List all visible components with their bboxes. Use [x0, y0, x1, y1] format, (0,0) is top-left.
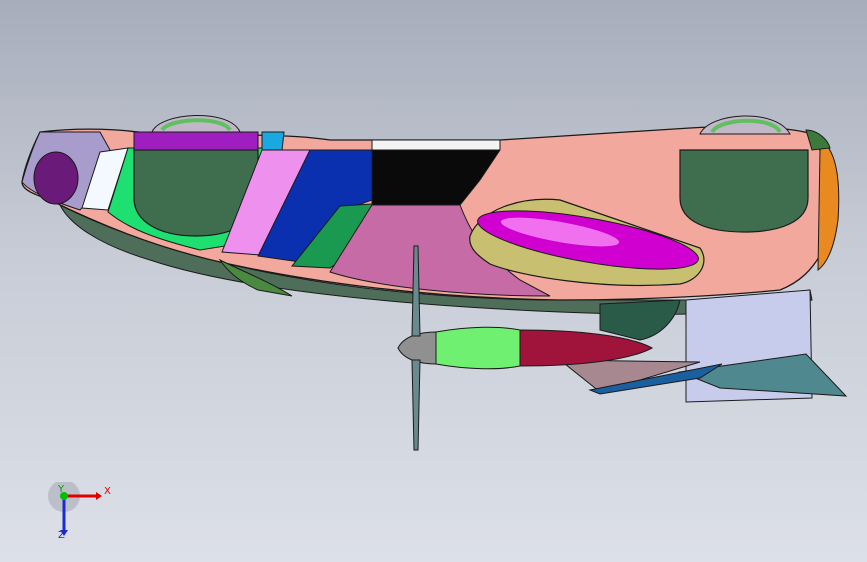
left-blister-top: [133, 131, 259, 151]
graphics-viewport[interactable]: X Y Z: [0, 0, 867, 562]
left-dome: [151, 115, 241, 133]
cyan-stripe: [261, 131, 285, 151]
nose-intake: [33, 151, 79, 205]
tail-root: [599, 299, 681, 341]
z-axis-label: Z: [58, 530, 65, 541]
x-arrowhead-icon: [96, 492, 102, 500]
nacelle-green: [435, 326, 521, 370]
y-axis-label: Y: [58, 484, 65, 495]
aircraft-model[interactable]: [0, 0, 867, 562]
propeller-blade-top: [411, 245, 421, 337]
propeller-blade-bottom: [411, 359, 421, 451]
x-axis-label: X: [104, 486, 111, 497]
nacelle-spinner: [397, 331, 437, 365]
white-top-panel: [371, 139, 501, 151]
right-blister: [679, 149, 809, 233]
